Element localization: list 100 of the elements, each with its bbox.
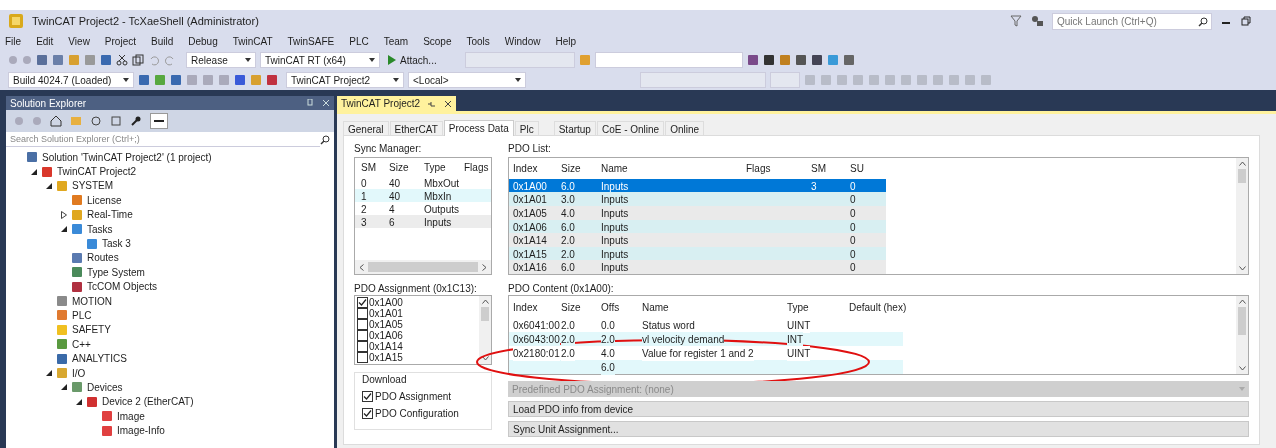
column-header[interactable]: Name (642, 299, 787, 315)
square-icon[interactable] (234, 74, 246, 86)
dropdown[interactable]: Release (186, 52, 256, 68)
checkbox[interactable] (357, 330, 368, 341)
tree-item[interactable]: MOTION (72, 293, 112, 309)
tree-item[interactable]: Routes (87, 250, 119, 266)
filter-icon[interactable] (1010, 15, 1022, 27)
column-header[interactable]: Size (561, 299, 601, 315)
tree-item[interactable]: Image (117, 408, 145, 424)
horizontal-scrollbar[interactable] (355, 260, 491, 274)
menu-item[interactable]: Tools (465, 33, 491, 49)
tab[interactable]: General (343, 121, 389, 135)
scrollbar-thumb[interactable] (1238, 307, 1246, 335)
checkbox[interactable] (357, 352, 368, 363)
menu-item[interactable]: PLC (348, 33, 370, 49)
scrollbar-thumb[interactable] (1238, 169, 1246, 183)
tree-item[interactable]: Type System (87, 264, 145, 280)
tab[interactable]: Process Data (443, 120, 514, 136)
home-icon[interactable] (50, 115, 62, 127)
dropdown[interactable]: <Local> (408, 72, 526, 88)
scroll-down-icon[interactable] (1238, 266, 1246, 271)
tab[interactable]: EtherCAT (389, 121, 443, 135)
pin-icon[interactable] (306, 99, 314, 107)
menu-item[interactable]: Project (103, 33, 137, 49)
menu-item[interactable]: TwinCAT (231, 33, 274, 49)
search-field[interactable]: Search Solution Explorer (Ctrl+;) (6, 132, 320, 147)
menu-item[interactable]: Debug (187, 33, 219, 49)
column-header[interactable]: Type (424, 159, 464, 175)
expanded-arrow-icon[interactable] (61, 226, 67, 233)
tree-item[interactable]: I/O (72, 365, 86, 381)
table-row[interactable]: 0x1A00 6.0 Inputs 3 0 (509, 178, 886, 193)
expanded-arrow-icon[interactable] (31, 168, 37, 175)
tree-item[interactable]: C++ (72, 336, 91, 352)
table-row[interactable]: 0x1A14 2.0 Inputs 0 (509, 233, 886, 247)
dropdown[interactable]: TwinCAT RT (x64) (260, 52, 380, 68)
scroll-left-icon[interactable] (359, 263, 364, 271)
tab[interactable]: Online (665, 121, 705, 135)
scroll-up-icon[interactable] (481, 299, 489, 304)
tab[interactable]: Startup (553, 121, 596, 135)
tab[interactable]: CoE - Online (596, 121, 665, 135)
tree-item[interactable]: Tasks (87, 221, 113, 237)
square-icon[interactable] (170, 74, 182, 86)
scroll-up-icon[interactable] (1238, 161, 1246, 166)
menu-item[interactable]: Scope (422, 33, 453, 49)
square-icon[interactable] (138, 74, 150, 86)
copy-icon[interactable] (132, 54, 144, 66)
column-header[interactable]: Name (601, 160, 746, 176)
menu-item[interactable]: Build (150, 33, 175, 49)
column-header[interactable]: Flags (464, 159, 491, 175)
pin-icon[interactable] (428, 99, 437, 108)
wrench-icon[interactable] (130, 115, 142, 127)
quick-launch-field[interactable]: Quick Launch (Ctrl+Q) (1052, 12, 1212, 30)
column-header[interactable]: Type (787, 299, 849, 315)
checkbox[interactable] (362, 407, 373, 419)
scroll-down-icon[interactable] (481, 356, 489, 361)
checkbox[interactable] (357, 297, 368, 308)
menu-item[interactable]: Team (382, 33, 410, 49)
tree-item[interactable]: Image-Info (117, 423, 165, 439)
scroll-right-icon[interactable] (482, 263, 487, 271)
vertical-scrollbar[interactable] (1236, 296, 1248, 374)
expanded-arrow-icon[interactable] (61, 384, 67, 391)
expanded-arrow-icon[interactable] (76, 398, 82, 405)
tree-item[interactable]: License (87, 192, 122, 208)
tree-item[interactable]: Device 2 (EtherCAT) (102, 394, 194, 410)
checkbox[interactable] (357, 319, 368, 330)
menu-item[interactable]: Edit (35, 33, 55, 49)
table-row[interactable]: 1 40 MbxIn (355, 189, 491, 202)
column-header[interactable]: Offs (601, 299, 642, 315)
button[interactable]: Load PDO info from device (508, 401, 1249, 417)
checkbox[interactable] (357, 308, 368, 319)
dropdown[interactable]: TwinCAT Project2 (286, 72, 404, 88)
square-icon[interactable] (762, 54, 775, 66)
expanded-arrow-icon[interactable] (46, 182, 52, 189)
column-header[interactable]: Flags (746, 160, 811, 176)
column-header[interactable]: SM (811, 160, 850, 176)
scroll-down-icon[interactable] (1238, 366, 1246, 371)
column-header[interactable]: SM (361, 159, 389, 175)
play-icon[interactable] (388, 55, 396, 65)
tree-item[interactable]: ANALYTICS (72, 351, 127, 367)
square-icon[interactable] (100, 54, 112, 66)
tree-item[interactable]: SYSTEM (72, 178, 114, 194)
vertical-scrollbar[interactable] (479, 296, 491, 364)
scrollbar-thumb[interactable] (368, 262, 478, 272)
dropdown[interactable]: Build 4024.7 (Loaded) (8, 72, 134, 88)
tree-item[interactable]: Task 3 (102, 236, 131, 252)
tree-item[interactable]: SAFETY (72, 322, 111, 338)
tree-item[interactable]: TwinCAT Project2 (57, 164, 137, 180)
table-row[interactable]: 0x6043:002.0 2.0 vl velocity demand INT (509, 332, 903, 346)
column-header[interactable]: Size (389, 159, 424, 175)
tree-item[interactable]: Real-Time (87, 207, 133, 223)
checkbox[interactable] (357, 341, 368, 352)
checkbox[interactable] (362, 390, 373, 402)
square-icon[interactable] (266, 74, 278, 86)
table-row[interactable]: 6.0 (509, 360, 903, 374)
cut-icon[interactable] (116, 54, 128, 66)
column-header[interactable]: SU (850, 160, 886, 176)
document-tab[interactable]: TwinCAT Project2 (337, 96, 457, 111)
tree-item[interactable]: PLC (72, 308, 92, 323)
attach-button[interactable]: Attach... (384, 52, 441, 68)
button[interactable]: Sync Unit Assignment... (508, 421, 1249, 437)
